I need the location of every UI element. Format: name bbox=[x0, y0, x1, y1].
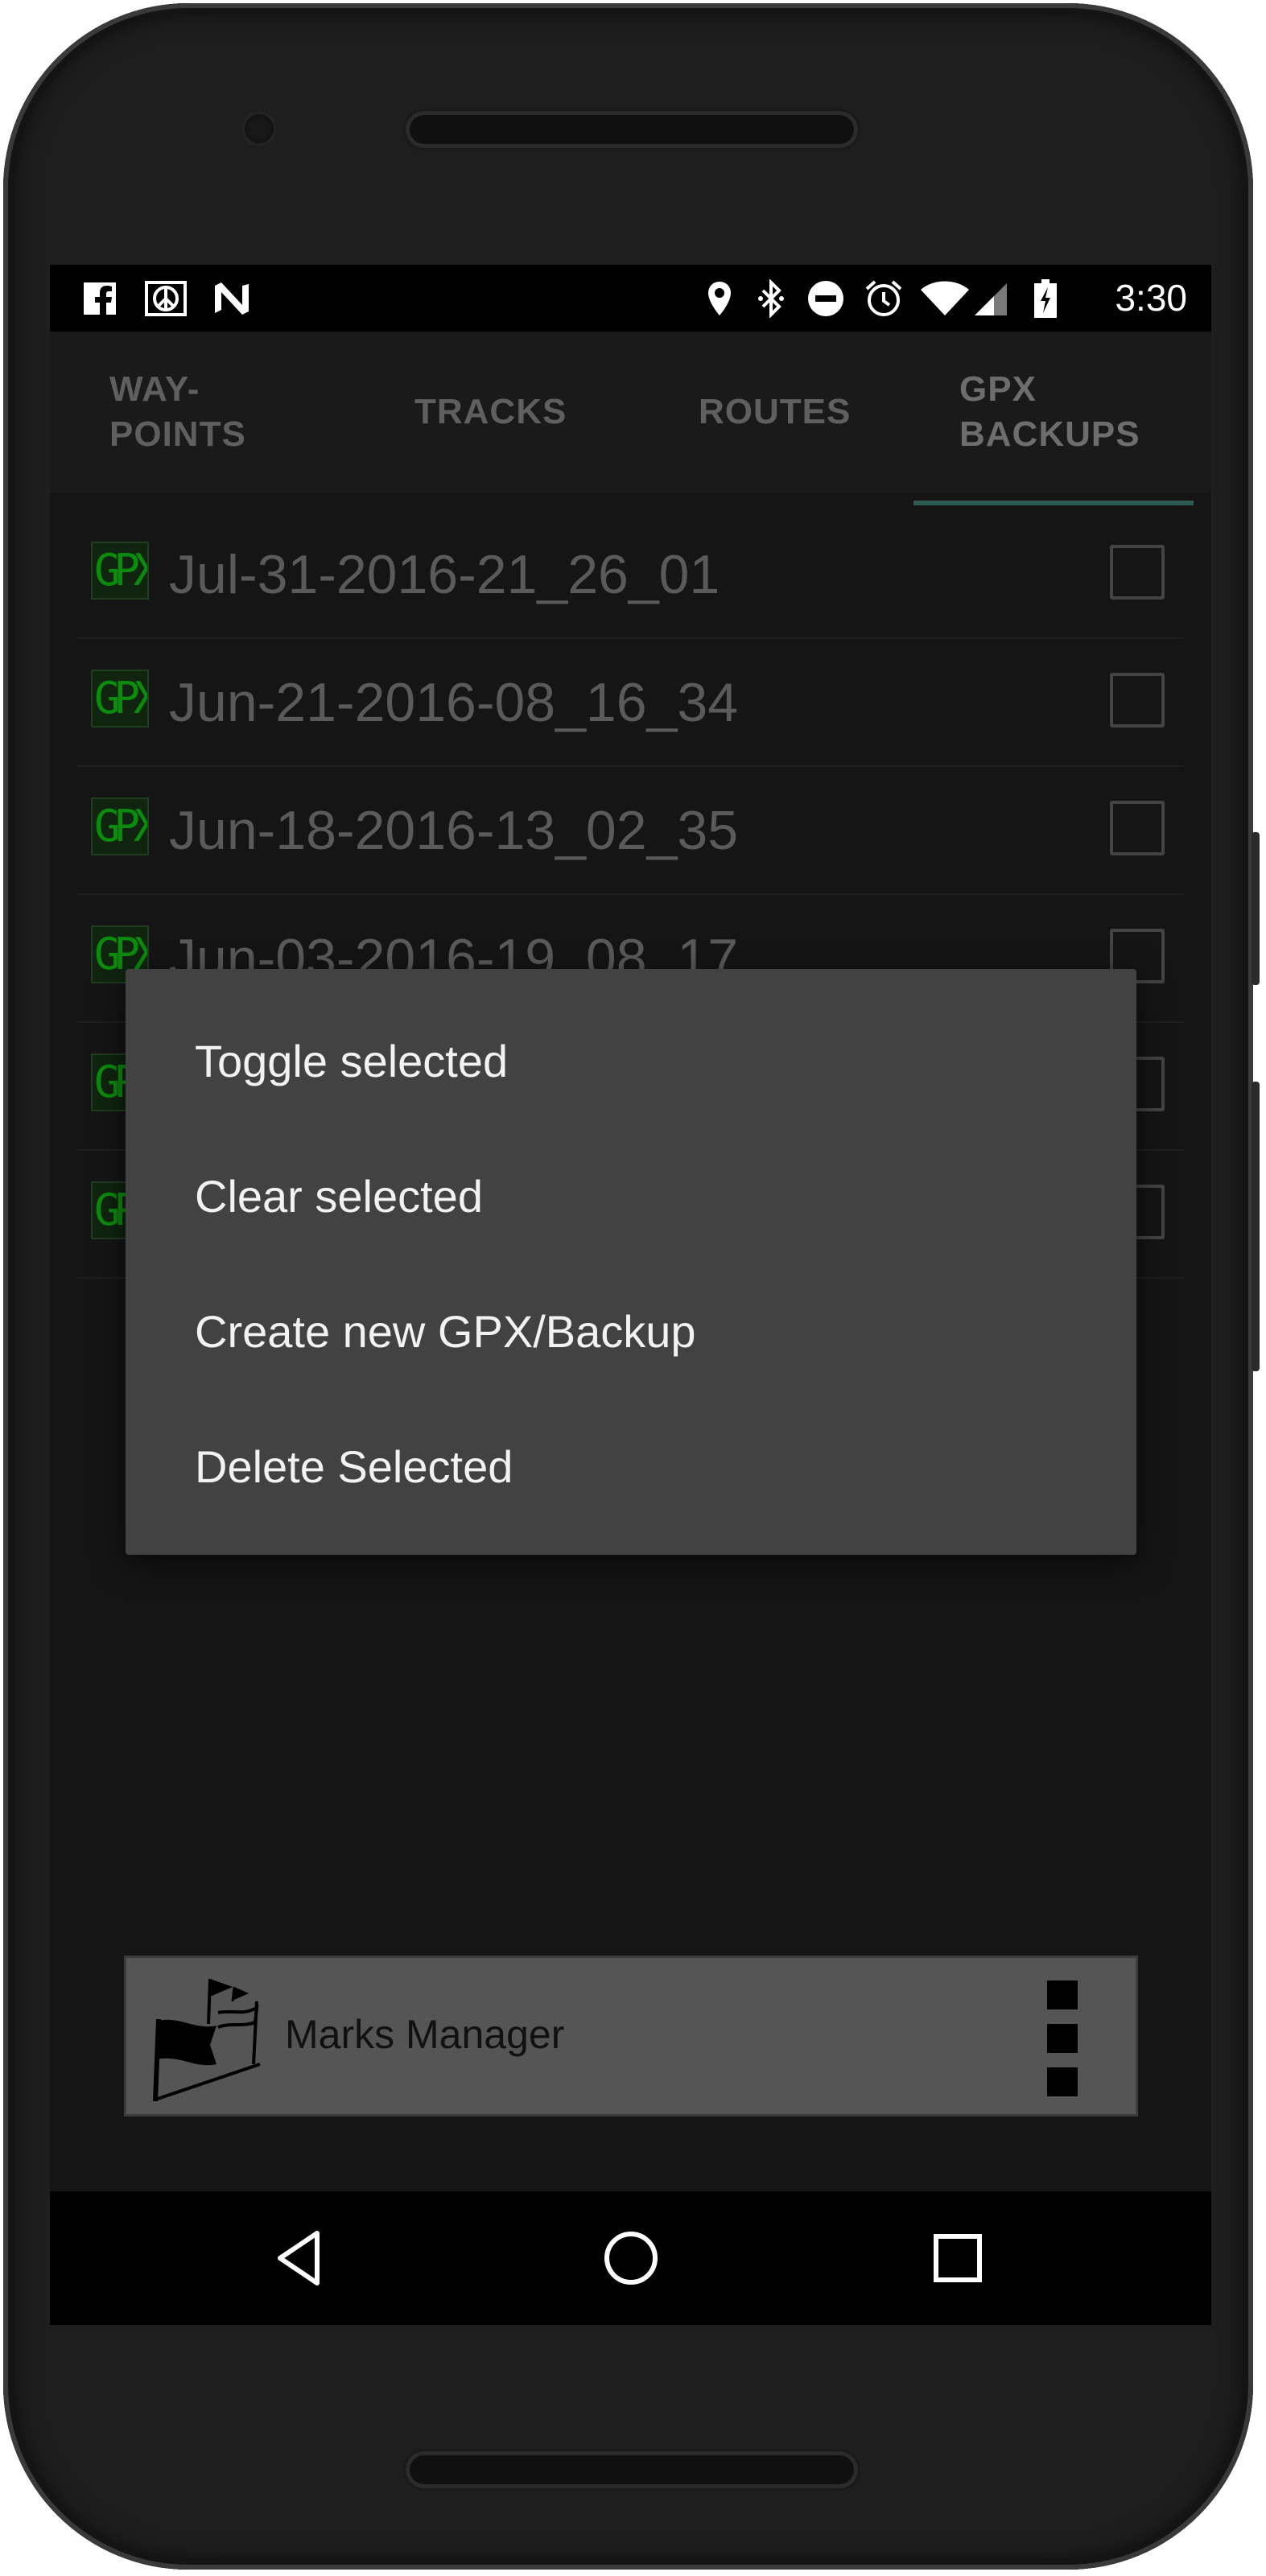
row-checkbox[interactable] bbox=[1110, 545, 1165, 600]
battery-charging-icon bbox=[1033, 279, 1058, 318]
menu-item-toggle-selected[interactable]: Toggle selected bbox=[126, 993, 1136, 1128]
gpx-file-icon: GPX bbox=[91, 670, 149, 727]
list-item[interactable]: GPX Jul-31-2016-21_26_01 bbox=[77, 511, 1184, 639]
tab-routes[interactable]: ROUTES bbox=[699, 332, 851, 493]
volume-button bbox=[1252, 1082, 1260, 1371]
active-tab-indicator bbox=[913, 501, 1194, 505]
alarm-icon bbox=[863, 279, 905, 318]
location-icon bbox=[703, 279, 736, 318]
tab-waypoints[interactable]: WAY- POINTS bbox=[109, 332, 246, 493]
tab-gpx-backups[interactable]: GPX BACKUPS bbox=[959, 332, 1140, 493]
front-camera bbox=[241, 111, 277, 146]
overflow-menu-icon[interactable] bbox=[1047, 1980, 1079, 2096]
list-item[interactable]: GPX Jun-21-2016-08_16_34 bbox=[77, 639, 1184, 767]
n-icon bbox=[211, 279, 253, 318]
gpx-file-icon: GPX bbox=[91, 542, 149, 600]
menu-item-create-gpx-backup[interactable]: Create new GPX/Backup bbox=[126, 1263, 1136, 1399]
home-icon[interactable] bbox=[599, 2226, 663, 2290]
row-checkbox[interactable] bbox=[1110, 801, 1165, 855]
screen: 3:30 WAY- POINTS TRACKS ROUTES GPX BACKU… bbox=[50, 265, 1211, 2325]
menu-item-clear-selected[interactable]: Clear selected bbox=[126, 1128, 1136, 1263]
bottom-speaker bbox=[406, 2451, 858, 2488]
power-button bbox=[1252, 832, 1260, 985]
app-title: Marks Manager bbox=[285, 2012, 565, 2057]
do-not-disturb-icon bbox=[806, 279, 845, 318]
row-checkbox[interactable] bbox=[1110, 673, 1165, 727]
recents-icon[interactable] bbox=[926, 2226, 990, 2290]
bluetooth-icon bbox=[755, 279, 787, 318]
list-item[interactable]: GPX Jun-18-2016-13_02_35 bbox=[77, 767, 1184, 895]
context-menu: Toggle selected Clear selected Create ne… bbox=[126, 969, 1136, 1555]
app-bottom-bar: Marks Manager bbox=[124, 1956, 1138, 2116]
file-name: Jul-31-2016-21_26_01 bbox=[169, 544, 720, 605]
file-name: Jun-18-2016-13_02_35 bbox=[169, 800, 739, 861]
file-name: Jun-21-2016-08_16_34 bbox=[169, 672, 739, 733]
facebook-icon bbox=[80, 279, 119, 318]
tab-tracks[interactable]: TRACKS bbox=[414, 332, 567, 493]
signal-icon bbox=[972, 279, 1009, 318]
wifi-icon bbox=[921, 279, 969, 318]
navigation-bar bbox=[50, 2191, 1211, 2325]
gpx-file-icon: GPX bbox=[91, 798, 149, 855]
peace-icon bbox=[143, 279, 188, 318]
top-speaker bbox=[406, 111, 858, 148]
flags-icon bbox=[147, 1974, 262, 2103]
tab-bar: WAY- POINTS TRACKS ROUTES GPX BACKUPS bbox=[50, 332, 1211, 493]
status-bar: 3:30 bbox=[50, 265, 1211, 332]
clock-time: 3:30 bbox=[1115, 277, 1187, 319]
back-icon[interactable] bbox=[267, 2226, 332, 2290]
menu-item-delete-selected[interactable]: Delete Selected bbox=[126, 1399, 1136, 1534]
